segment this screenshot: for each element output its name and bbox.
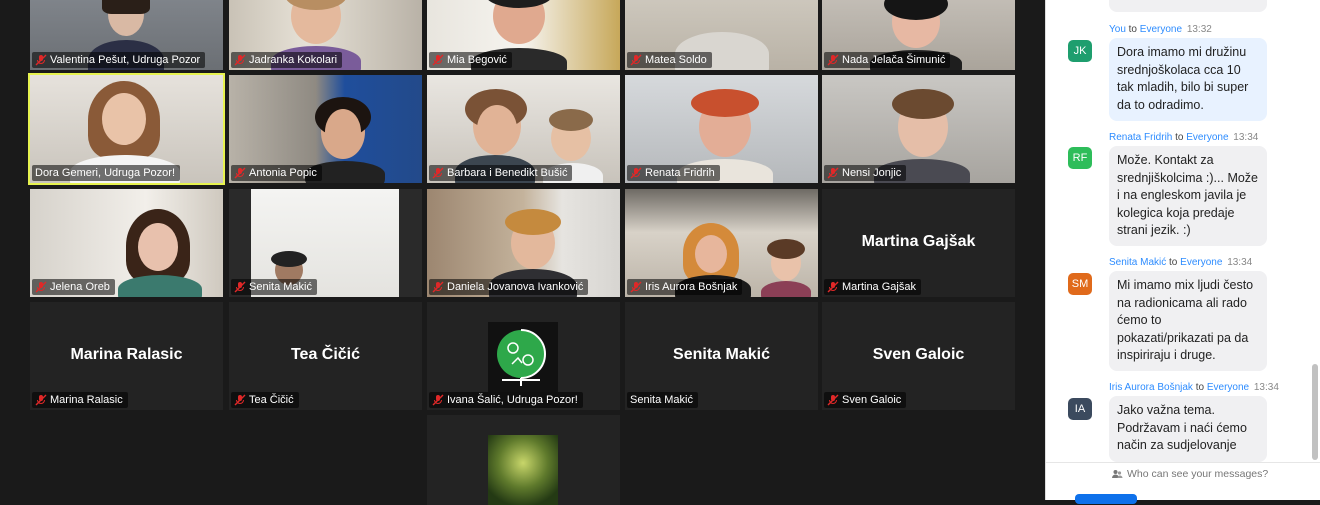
chat-message-header: Senita Makić to Everyone 13:34: [1109, 257, 1253, 268]
participant-name-label: Iris Aurora Bošnjak: [627, 279, 743, 295]
sender-name[interactable]: You: [1109, 24, 1126, 35]
participant-name-label: Nensi Jonjic: [824, 165, 907, 181]
participant-name-label: Sven Galoic: [824, 392, 907, 408]
participant-display-name: Marina Ralasic: [70, 346, 183, 363]
recipient-name[interactable]: Everyone: [1140, 24, 1182, 35]
participant-tile[interactable]: Marina Ralasic Marina Ralasic: [30, 302, 223, 410]
avatar: IA: [1068, 398, 1092, 420]
chat-message-header: You to Everyone 13:32: [1109, 24, 1212, 35]
participant-name-label: Valentina Pešut, Udruga Pozor: [32, 52, 206, 68]
message-visibility-link[interactable]: Who can see your messages?: [1111, 468, 1268, 480]
participant-tile-active-speaker[interactable]: Dora Gemeri, Udruga Pozor!: [28, 73, 225, 185]
video-gallery: Valentina Pešut, Udruga Pozor Jadranka K…: [0, 0, 1045, 505]
participant-tile[interactable]: Daniela Jovanova Ivanković: [427, 189, 620, 297]
chat-message-header: Iris Aurora Bošnjak to Everyone 13:34: [1109, 382, 1279, 393]
muted-mic-icon: [827, 394, 839, 406]
participant-name-label: Martina Gajšak: [824, 279, 921, 295]
avatar: RF: [1068, 147, 1092, 169]
muted-mic-icon: [234, 54, 246, 66]
recipient-name[interactable]: Everyone: [1186, 132, 1228, 143]
muted-mic-icon: [35, 54, 47, 66]
participant-name-label: Daniela Jovanova Ivanković: [429, 279, 589, 295]
participant-tile[interactable]: Matea Soldo: [625, 0, 818, 70]
participant-tile[interactable]: Sven Galoic Sven Galoic: [822, 302, 1015, 410]
participant-name-label: Nada Jelača Šimunić: [824, 52, 951, 68]
participant-name-label: Mia Begović: [429, 52, 512, 68]
chat-message-header: Renata Fridrih to Everyone 13:34: [1109, 132, 1259, 143]
participant-tile[interactable]: Valentina Pešut, Udruga Pozor: [30, 0, 223, 70]
muted-mic-icon: [35, 394, 47, 406]
chat-message-bubble: Dora imamo mi družinu srednjoškolaca cca…: [1109, 38, 1267, 121]
participant-name-label: Senita Makić: [231, 279, 317, 295]
participant-tile[interactable]: Nensi Jonjic: [822, 75, 1015, 183]
participant-name-label: Marina Ralasic: [32, 392, 128, 408]
message-time: 13:34: [1227, 257, 1253, 268]
participant-display-name: Senita Makić: [673, 346, 770, 363]
participant-tile[interactable]: Renata Fridrih: [625, 75, 818, 183]
muted-mic-icon: [35, 281, 47, 293]
participant-display-name: Sven Galoic: [872, 346, 965, 363]
divider: [1046, 462, 1320, 463]
muted-mic-icon: [234, 167, 246, 179]
participant-name-label: Dora Gemeri, Udruga Pozor!: [32, 165, 180, 181]
previous-message-bubble-tail: [1109, 0, 1267, 12]
message-time: 13:34: [1253, 382, 1279, 393]
muted-mic-icon: [432, 281, 444, 293]
participant-display-name: Tea Čičić: [290, 346, 361, 363]
participant-tile[interactable]: Ivana Šalić, Udruga Pozor!: [427, 302, 620, 410]
participant-tile[interactable]: Barbara i Benedikt Bušić: [427, 75, 620, 183]
participant-name-label: Ivana Šalić, Udruga Pozor!: [429, 392, 583, 408]
participant-name-label: Renata Fridrih: [627, 165, 720, 181]
chat-message-bubble: Jako važna tema. Podržavam i naći ćemo n…: [1109, 396, 1267, 462]
participant-tile[interactable]: Senita Makić: [229, 189, 422, 297]
participant-tile[interactable]: Antonia Popic: [229, 75, 422, 183]
participant-name-label: Jadranka Kokolari: [231, 52, 343, 68]
participant-name-label: Matea Soldo: [627, 52, 712, 68]
participant-name-label: Barbara i Benedikt Bušić: [429, 165, 573, 181]
participant-tile[interactable]: Nada Jelača Šimunić: [822, 0, 1015, 70]
participant-display-name: Martina Gajšak: [861, 233, 976, 250]
muted-mic-icon: [630, 281, 642, 293]
muted-mic-icon: [827, 167, 839, 179]
muted-mic-icon: [432, 167, 444, 179]
participant-name-label: Senita Makić: [627, 392, 698, 408]
chat-recipient-button[interactable]: [1075, 494, 1137, 504]
participant-tile[interactable]: Jadranka Kokolari: [229, 0, 422, 70]
avatar: JK: [1068, 40, 1092, 62]
participant-name-label: Tea Čičić: [231, 392, 299, 408]
forest-avatar-image: [488, 435, 558, 505]
recipient-name[interactable]: Everyone: [1180, 257, 1222, 268]
participant-name-label: Antonia Popic: [231, 165, 322, 181]
muted-mic-icon: [234, 394, 246, 406]
muted-mic-icon: [234, 281, 246, 293]
muted-mic-icon: [432, 54, 444, 66]
participant-tile[interactable]: Tea Čičić Tea Čičić: [229, 302, 422, 410]
muted-mic-icon: [432, 394, 444, 406]
participant-tile[interactable]: Martina Gajšak Martina Gajšak: [822, 189, 1015, 297]
chat-message-bubble: Mi imamo mix ljudi često na radionicama …: [1109, 271, 1267, 371]
participant-tile[interactable]: [427, 415, 620, 505]
sender-name[interactable]: Senita Makić: [1109, 257, 1166, 268]
message-time: 13:34: [1233, 132, 1259, 143]
participant-tile[interactable]: Senita Makić Senita Makić: [625, 302, 818, 410]
globe-logo-avatar: [488, 322, 558, 392]
participant-name-label: Jelena Oreb: [32, 279, 115, 295]
people-icon: [1112, 470, 1123, 478]
muted-mic-icon: [827, 281, 839, 293]
recipient-name[interactable]: Everyone: [1207, 382, 1249, 393]
muted-mic-icon: [630, 54, 642, 66]
message-time: 13:32: [1186, 24, 1212, 35]
sender-name[interactable]: Iris Aurora Bošnjak: [1109, 382, 1193, 393]
avatar: SM: [1068, 273, 1092, 295]
muted-mic-icon: [630, 167, 642, 179]
chat-message-bubble: Može. Kontakt za srednjiškolcima :)... M…: [1109, 146, 1267, 246]
muted-mic-icon: [827, 54, 839, 66]
participant-tile[interactable]: Mia Begović: [427, 0, 620, 70]
sender-name[interactable]: Renata Fridrih: [1109, 132, 1172, 143]
participant-tile[interactable]: Iris Aurora Bošnjak: [625, 189, 818, 297]
chat-scrollbar[interactable]: [1312, 364, 1318, 460]
participant-tile[interactable]: Jelena Oreb: [30, 189, 223, 297]
chat-panel: You to Everyone 13:32 JK Dora imamo mi d…: [1045, 0, 1320, 500]
